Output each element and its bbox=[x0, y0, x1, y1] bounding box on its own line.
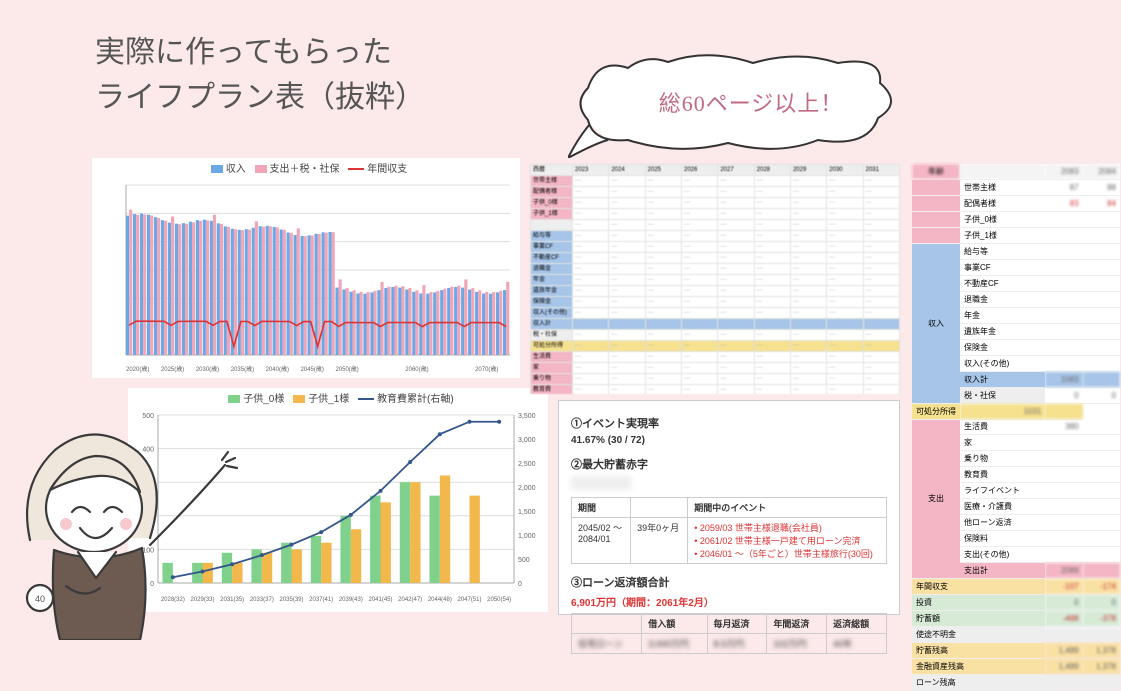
svg-text:2042(47): 2042(47) bbox=[398, 597, 422, 603]
bubble-text: 総60ページ以上！ bbox=[626, 86, 876, 118]
svg-text:2050(歳): 2050(歳) bbox=[335, 365, 358, 373]
svg-text:2070(歳): 2070(歳) bbox=[475, 365, 498, 373]
svg-text:3,500: 3,500 bbox=[518, 413, 536, 420]
svg-text:40: 40 bbox=[35, 594, 45, 604]
svg-text:500: 500 bbox=[518, 557, 530, 564]
event-summary-panel: ①イベント実現率 41.67% (30 / 72) ②最大貯蓄赤字 期間期間中の… bbox=[558, 400, 900, 615]
svg-text:1,000: 1,000 bbox=[518, 533, 536, 540]
svg-text:2025(歳): 2025(歳) bbox=[161, 365, 184, 373]
loan-total-title: ③ローン返済額合計 bbox=[571, 574, 887, 590]
svg-text:2060(歳): 2060(歳) bbox=[405, 365, 428, 373]
svg-text:2044(48): 2044(48) bbox=[428, 597, 452, 603]
event-rate-value: 41.67% (30 / 72) bbox=[571, 435, 887, 446]
loan-table: 借入額毎月返済年間返済返済総額 住宅ローン3,000万円8.5万円102万円40… bbox=[571, 613, 887, 654]
svg-text:2037(41): 2037(41) bbox=[309, 597, 333, 603]
svg-text:0: 0 bbox=[518, 581, 522, 588]
woman-illustration: 40 bbox=[0, 390, 270, 640]
summary-table: 年齢20832084世帯主様8788配偶者様8384子供_0様子供_1様収入給与… bbox=[912, 164, 1120, 630]
max-deficit-title: ②最大貯蓄赤字 bbox=[571, 456, 887, 472]
deficit-table: 期間期間中のイベント 2045/02 ～2084/01 39年0ヶ月 • 205… bbox=[571, 497, 887, 564]
chart-income-expense: 収入 支出＋税・社保 年間収支 2020(歳) 2025(歳) 2030(歳) 203… bbox=[92, 158, 520, 378]
svg-text:2030(歳): 2030(歳) bbox=[196, 365, 219, 373]
svg-text:2035(39): 2035(39) bbox=[279, 597, 303, 603]
svg-text:3,000: 3,000 bbox=[518, 437, 536, 444]
chart1-svg: 2020(歳) 2025(歳) 2030(歳) 2035(歳) 2040(歳) 2045(… bbox=[92, 179, 520, 377]
svg-text:2020(歳): 2020(歳) bbox=[126, 365, 149, 373]
page-title: 実際に作ってもらったライフプラン表（抜粋） bbox=[95, 30, 425, 120]
svg-text:2,000: 2,000 bbox=[518, 485, 536, 492]
cashflow-mini-grid: 西暦202320242025202620272028202920302031世帯… bbox=[530, 164, 900, 394]
svg-text:2,500: 2,500 bbox=[518, 461, 536, 468]
blurred-amount bbox=[571, 476, 631, 490]
svg-text:2035(歳): 2035(歳) bbox=[231, 365, 254, 373]
svg-text:2040(歳): 2040(歳) bbox=[266, 365, 289, 373]
svg-text:2039(43): 2039(43) bbox=[339, 597, 363, 603]
event-rate-title: ①イベント実現率 bbox=[571, 415, 887, 431]
svg-text:2041(45): 2041(45) bbox=[368, 597, 392, 603]
loan-total-amount: 6,901万円（期間：2061年2月） bbox=[571, 594, 887, 609]
svg-text:1,500: 1,500 bbox=[518, 509, 536, 516]
chart1-legend: 収入 支出＋税・社保 年間収支 bbox=[92, 158, 520, 179]
speech-bubble: 総60ページ以上！ bbox=[568, 48, 908, 158]
svg-text:2050(54): 2050(54) bbox=[487, 597, 511, 603]
svg-text:2045(歳): 2045(歳) bbox=[301, 365, 324, 373]
svg-text:2047(51): 2047(51) bbox=[457, 597, 481, 603]
